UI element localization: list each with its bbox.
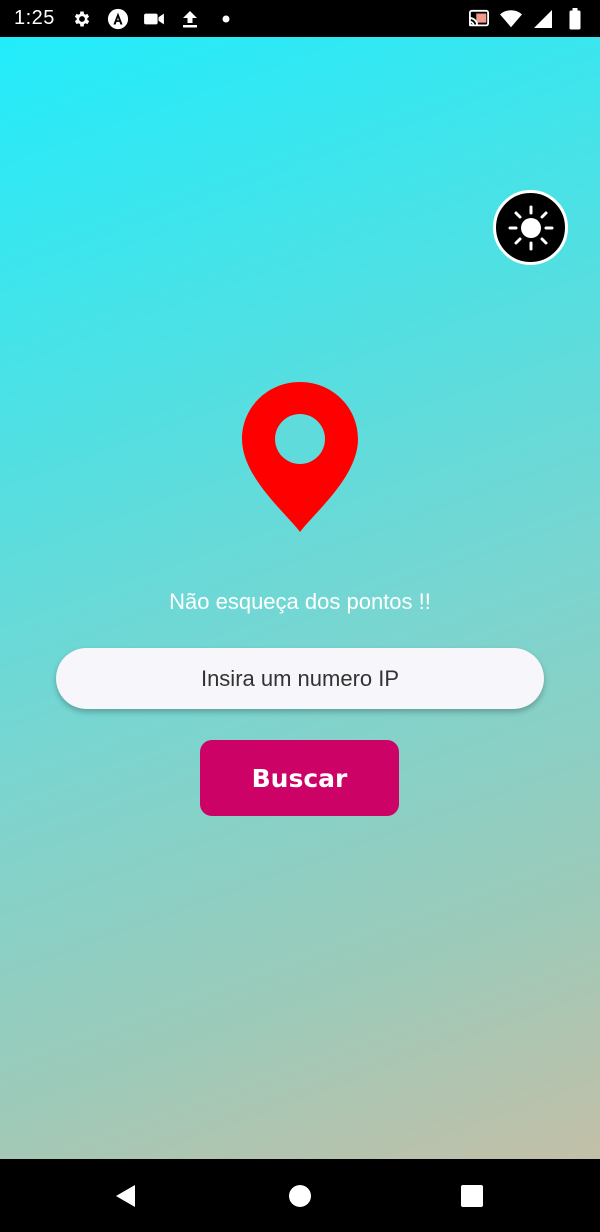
sun-icon [508, 205, 553, 250]
gear-icon [71, 8, 93, 30]
wifi-icon [500, 8, 522, 30]
screen: 1:25 Não esqueça dos pontos !! Insira um… [0, 0, 600, 1232]
location-pin-icon [240, 382, 360, 532]
recents-icon[interactable] [459, 1183, 485, 1209]
status-left: 1:25 [14, 7, 237, 30]
signal-icon [532, 8, 554, 30]
ip-input[interactable] [56, 648, 544, 709]
navigation-bar [0, 1159, 600, 1232]
status-right [468, 7, 586, 30]
cast-icon [468, 8, 490, 30]
back-icon[interactable] [112, 1183, 138, 1209]
status-bar: 1:25 [0, 0, 600, 37]
a-circle-icon [107, 8, 129, 30]
app-content: Não esqueça dos pontos !! Buscar [0, 37, 600, 1159]
home-icon[interactable] [287, 1183, 313, 1209]
upload-icon [179, 8, 201, 30]
search-button[interactable]: Buscar [200, 740, 399, 816]
theme-toggle-button[interactable] [493, 190, 568, 265]
hint-text: Não esqueça dos pontos !! [169, 589, 431, 614]
notification-icons [71, 8, 237, 30]
battery-icon [564, 7, 586, 30]
status-time: 1:25 [14, 7, 55, 29]
video-camera-icon [143, 8, 165, 30]
dot-icon [215, 8, 237, 30]
